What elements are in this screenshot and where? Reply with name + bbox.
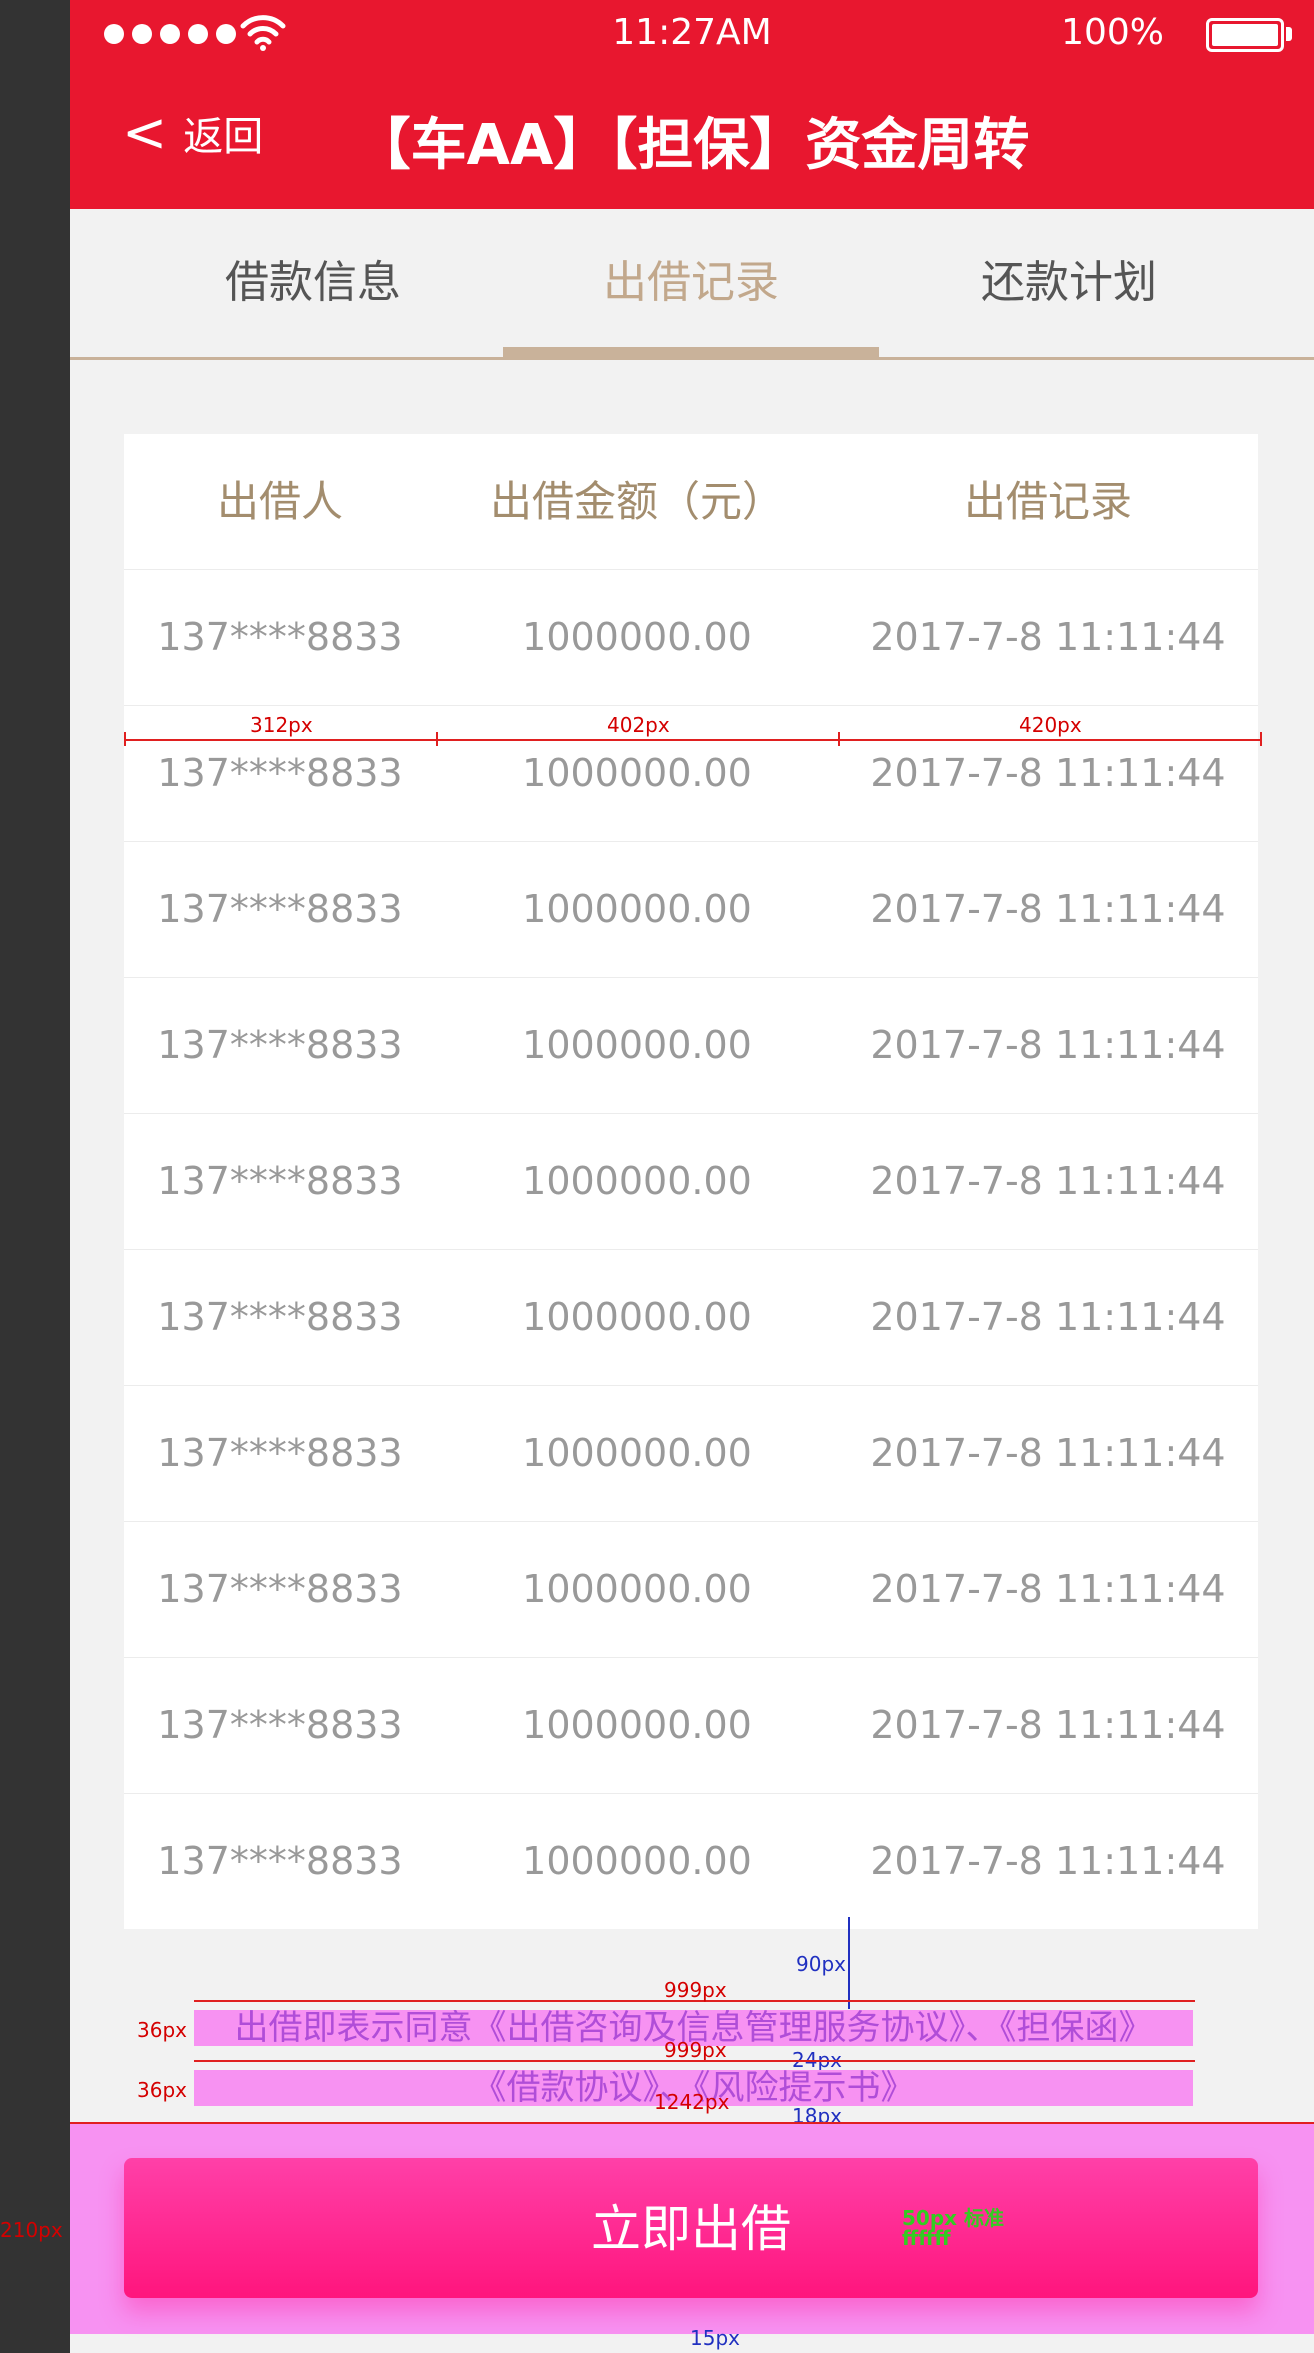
tab-loan-info[interactable]: 借款信息 [125,209,501,357]
active-tab-indicator [503,347,879,357]
cell-amount: 1000000.00 [522,1023,752,1067]
cell-amount: 1000000.00 [522,1431,752,1475]
measure-gap-15: 15px [690,2326,740,2350]
battery-tip [1286,27,1292,41]
cell-amount: 1000000.00 [522,615,752,659]
measure-w999b: 999px [664,2038,727,2062]
cell-lender: 137****8833 [157,1023,403,1067]
measure-gap-90: 90px [796,1952,846,1976]
header-amount: 出借金额（元） [489,477,784,526]
measure-line-columns [124,739,1262,741]
table-row: 137****8833 1000000.00 2017-7-8 11:11:44 [124,1114,1258,1250]
battery-icon [1206,18,1284,52]
table-row: 137****8833 1000000.00 2017-7-8 11:11:44 [124,570,1258,706]
cell-record: 2017-7-8 11:11:44 [870,1703,1226,1747]
cell-record: 2017-7-8 11:11:44 [870,887,1226,931]
cell-record: 2017-7-8 11:11:44 [870,1159,1226,1203]
measure-tick [124,732,126,746]
app-header: 11:27AM 100% < 返回 【车AA】【担保】资金周转 [70,0,1314,209]
cell-lender: 137****8833 [157,615,403,659]
table-row: 137****8833 1000000.00 2017-7-8 11:11:44 [124,978,1258,1114]
cell-amount: 1000000.00 [522,1703,752,1747]
table-row: 137****8833 1000000.00 2017-7-8 11:11:44 [124,1658,1258,1794]
cell-lender: 137****8833 [157,1295,403,1339]
header-lender: 出借人 [216,477,343,526]
cell-record: 2017-7-8 11:11:44 [870,1431,1226,1475]
cell-record: 2017-7-8 11:11:44 [870,1023,1226,1067]
measure-line-gap [848,1917,850,2009]
measure-h36b: 36px [137,2078,187,2102]
measure-tick [1260,732,1262,746]
cell-record: 2017-7-8 11:11:44 [870,1567,1226,1611]
battery-percent: 100% [1061,12,1164,53]
page-title: 【车AA】【担保】资金周转 [354,113,1030,178]
lending-records-table: 出借人 出借金额（元） 出借记录 137****8833 1000000.00 20… [124,434,1258,1929]
table-header: 出借人 出借金额（元） 出借记录 [124,434,1258,570]
cell-amount: 1000000.00 [522,1839,752,1883]
tab-bar: 借款信息 出借记录 还款计划 [70,209,1314,360]
cell-amount: 1000000.00 [522,887,752,931]
button-note-color: ffffff [902,2226,951,2250]
cell-record: 2017-7-8 11:11:44 [870,1295,1226,1339]
measure-col3: 420px [1019,713,1082,737]
cell-lender: 137****8833 [157,1159,403,1203]
cell-lender: 137****8833 [157,1431,403,1475]
cell-amount: 1000000.00 [522,1159,752,1203]
measure-h210: 210px [0,2218,63,2242]
table-row: 137****8833 1000000.00 2017-7-8 11:11:44 [124,1794,1258,1929]
cell-record: 2017-7-8 11:11:44 [870,615,1226,659]
cell-lender: 137****8833 [157,1703,403,1747]
measure-tick [838,732,840,746]
cell-lender: 137****8833 [157,1839,403,1883]
tab-lending-records[interactable]: 出借记录 [503,209,879,357]
measure-col1: 312px [250,713,313,737]
footer-bar: 立即出借 50px 标准 ffffff [70,2122,1314,2334]
cell-amount: 1000000.00 [522,1295,752,1339]
cell-amount: 1000000.00 [522,1567,752,1611]
lend-now-button[interactable]: 立即出借 [124,2158,1258,2298]
measure-tick [436,732,438,746]
table-row: 137****8833 1000000.00 2017-7-8 11:11:44 [124,842,1258,978]
cell-record: 2017-7-8 11:11:44 [870,1839,1226,1883]
measure-w1242: 1242px [654,2090,730,2114]
measure-w999a: 999px [664,1978,727,2002]
table-row: 137****8833 1000000.00 2017-7-8 11:11:44 [124,1250,1258,1386]
measure-col2: 402px [607,713,670,737]
cell-lender: 137****8833 [157,887,403,931]
table-row: 137****8833 1000000.00 2017-7-8 11:11:44 [124,1386,1258,1522]
header-record: 出借记录 [963,477,1132,526]
phone-screen: 11:27AM 100% < 返回 【车AA】【担保】资金周转 借款信息 出借记… [70,0,1314,2353]
measure-line-w999b [194,2060,1195,2062]
tab-repayment-plan[interactable]: 还款计划 [881,209,1257,357]
cell-lender: 137****8833 [157,1567,403,1611]
status-bar: 11:27AM 100% [70,0,1314,66]
measure-h36a: 36px [137,2018,187,2042]
table-row: 137****8833 1000000.00 2017-7-8 11:11:44 [124,1522,1258,1658]
